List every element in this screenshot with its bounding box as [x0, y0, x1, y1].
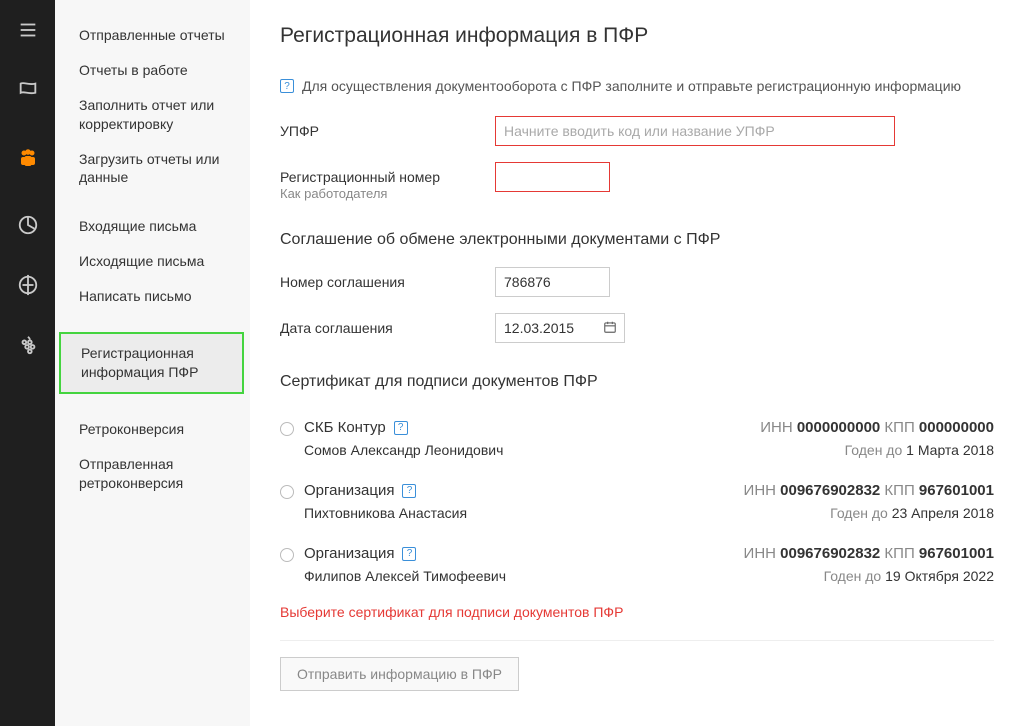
input-agreement-num[interactable]	[495, 267, 610, 297]
cert-row[interactable]: Организация ? Филипов Алексей Тимофеевич И…	[280, 535, 994, 598]
sidebar: Отправленные отчеты Отчеты в работе Запо…	[55, 0, 250, 726]
nav-rail	[0, 0, 55, 726]
cert-list: СКБ Контур ? Сомов Александр Леонидович ИН…	[280, 409, 994, 598]
cert-radio[interactable]	[280, 548, 294, 562]
sidebar-item-reginfo-pfr[interactable]: Регистрационная информация ПФР	[59, 332, 244, 394]
sidebar-item-inprogress[interactable]: Отчеты в работе	[55, 53, 250, 88]
main-content: Регистрационная информация в ПФР ? Для о…	[250, 0, 1024, 726]
rail-flag[interactable]	[16, 78, 40, 102]
help-icon[interactable]: ?	[394, 421, 408, 435]
page-title: Регистрационная информация в ПФР	[280, 24, 994, 48]
label-upfr: УПФР	[280, 116, 495, 140]
sidebar-item-compose[interactable]: Написать письмо	[55, 279, 250, 314]
rail-reports[interactable]	[16, 18, 40, 42]
cert-meta: ИНН 009676902832 КПП 967601001Годен до 2…	[744, 482, 994, 521]
info-line: ? Для осуществления документооборота с П…	[280, 78, 994, 94]
cert-error: Выберите cертификат для подписи документ…	[280, 604, 994, 620]
rail-target[interactable]	[16, 273, 40, 297]
cert-meta: ИНН 009676902832 КПП 967601001Годен до 1…	[744, 545, 994, 584]
cert-heading: Сертификат для подписи документов ПФР	[280, 373, 994, 391]
sidebar-item-sent-reports[interactable]: Отправленные отчеты	[55, 18, 250, 53]
input-upfr[interactable]	[495, 116, 895, 146]
sidebar-item-inbox[interactable]: Входящие письма	[55, 209, 250, 244]
cert-meta: ИНН 0000000000 КПП 000000000Годен до 1 М…	[760, 419, 994, 458]
cert-person: Пихтовникова Анастасия	[304, 505, 467, 521]
footer: Отправить информацию в ПФР	[280, 640, 994, 711]
cert-org: СКБ Контур ?	[304, 419, 503, 436]
submit-button[interactable]: Отправить информацию в ПФР	[280, 657, 519, 691]
cert-org: Организация ?	[304, 482, 467, 499]
sidebar-item-fill-report[interactable]: Заполнить отчет или корректировку	[55, 88, 250, 142]
cert-person: Филипов Алексей Тимофеевич	[304, 568, 506, 584]
label-agreement-num: Номер соглашения	[280, 267, 495, 291]
app-root: Отправленные отчеты Отчеты в работе Запо…	[0, 0, 1024, 726]
sidebar-item-upload[interactable]: Загрузить отчеты или данные	[55, 142, 250, 196]
help-icon[interactable]: ?	[402, 547, 416, 561]
input-agreement-date[interactable]	[495, 313, 625, 343]
cert-person: Сомов Александр Леонидович	[304, 442, 503, 458]
help-icon[interactable]: ?	[280, 79, 294, 93]
agreement-heading: Соглашение об обмене электронными докуме…	[280, 231, 994, 249]
rail-stats[interactable]	[16, 213, 40, 237]
help-icon[interactable]: ?	[402, 484, 416, 498]
rail-people[interactable]	[0, 130, 55, 185]
cert-org: Организация ?	[304, 545, 506, 562]
info-text: Для осуществления документооборота с ПФР…	[302, 78, 961, 94]
sidebar-item-retro[interactable]: Ретроконверсия	[55, 412, 250, 447]
cert-row[interactable]: Организация ? Пихтовникова Анастасия ИНН 0…	[280, 472, 994, 535]
cert-row[interactable]: СКБ Контур ? Сомов Александр Леонидович ИН…	[280, 409, 994, 472]
cert-radio[interactable]	[280, 485, 294, 499]
label-agreement-date: Дата соглашения	[280, 313, 495, 337]
rail-grapes[interactable]	[16, 333, 40, 357]
cert-radio[interactable]	[280, 422, 294, 436]
input-regnum[interactable]	[495, 162, 610, 192]
label-regnum: Регистрационный номер Как работодателя	[280, 162, 495, 203]
sidebar-item-sent-retro[interactable]: Отправленная ретроконверсия	[55, 447, 250, 501]
sidebar-item-outbox[interactable]: Исходящие письма	[55, 244, 250, 279]
